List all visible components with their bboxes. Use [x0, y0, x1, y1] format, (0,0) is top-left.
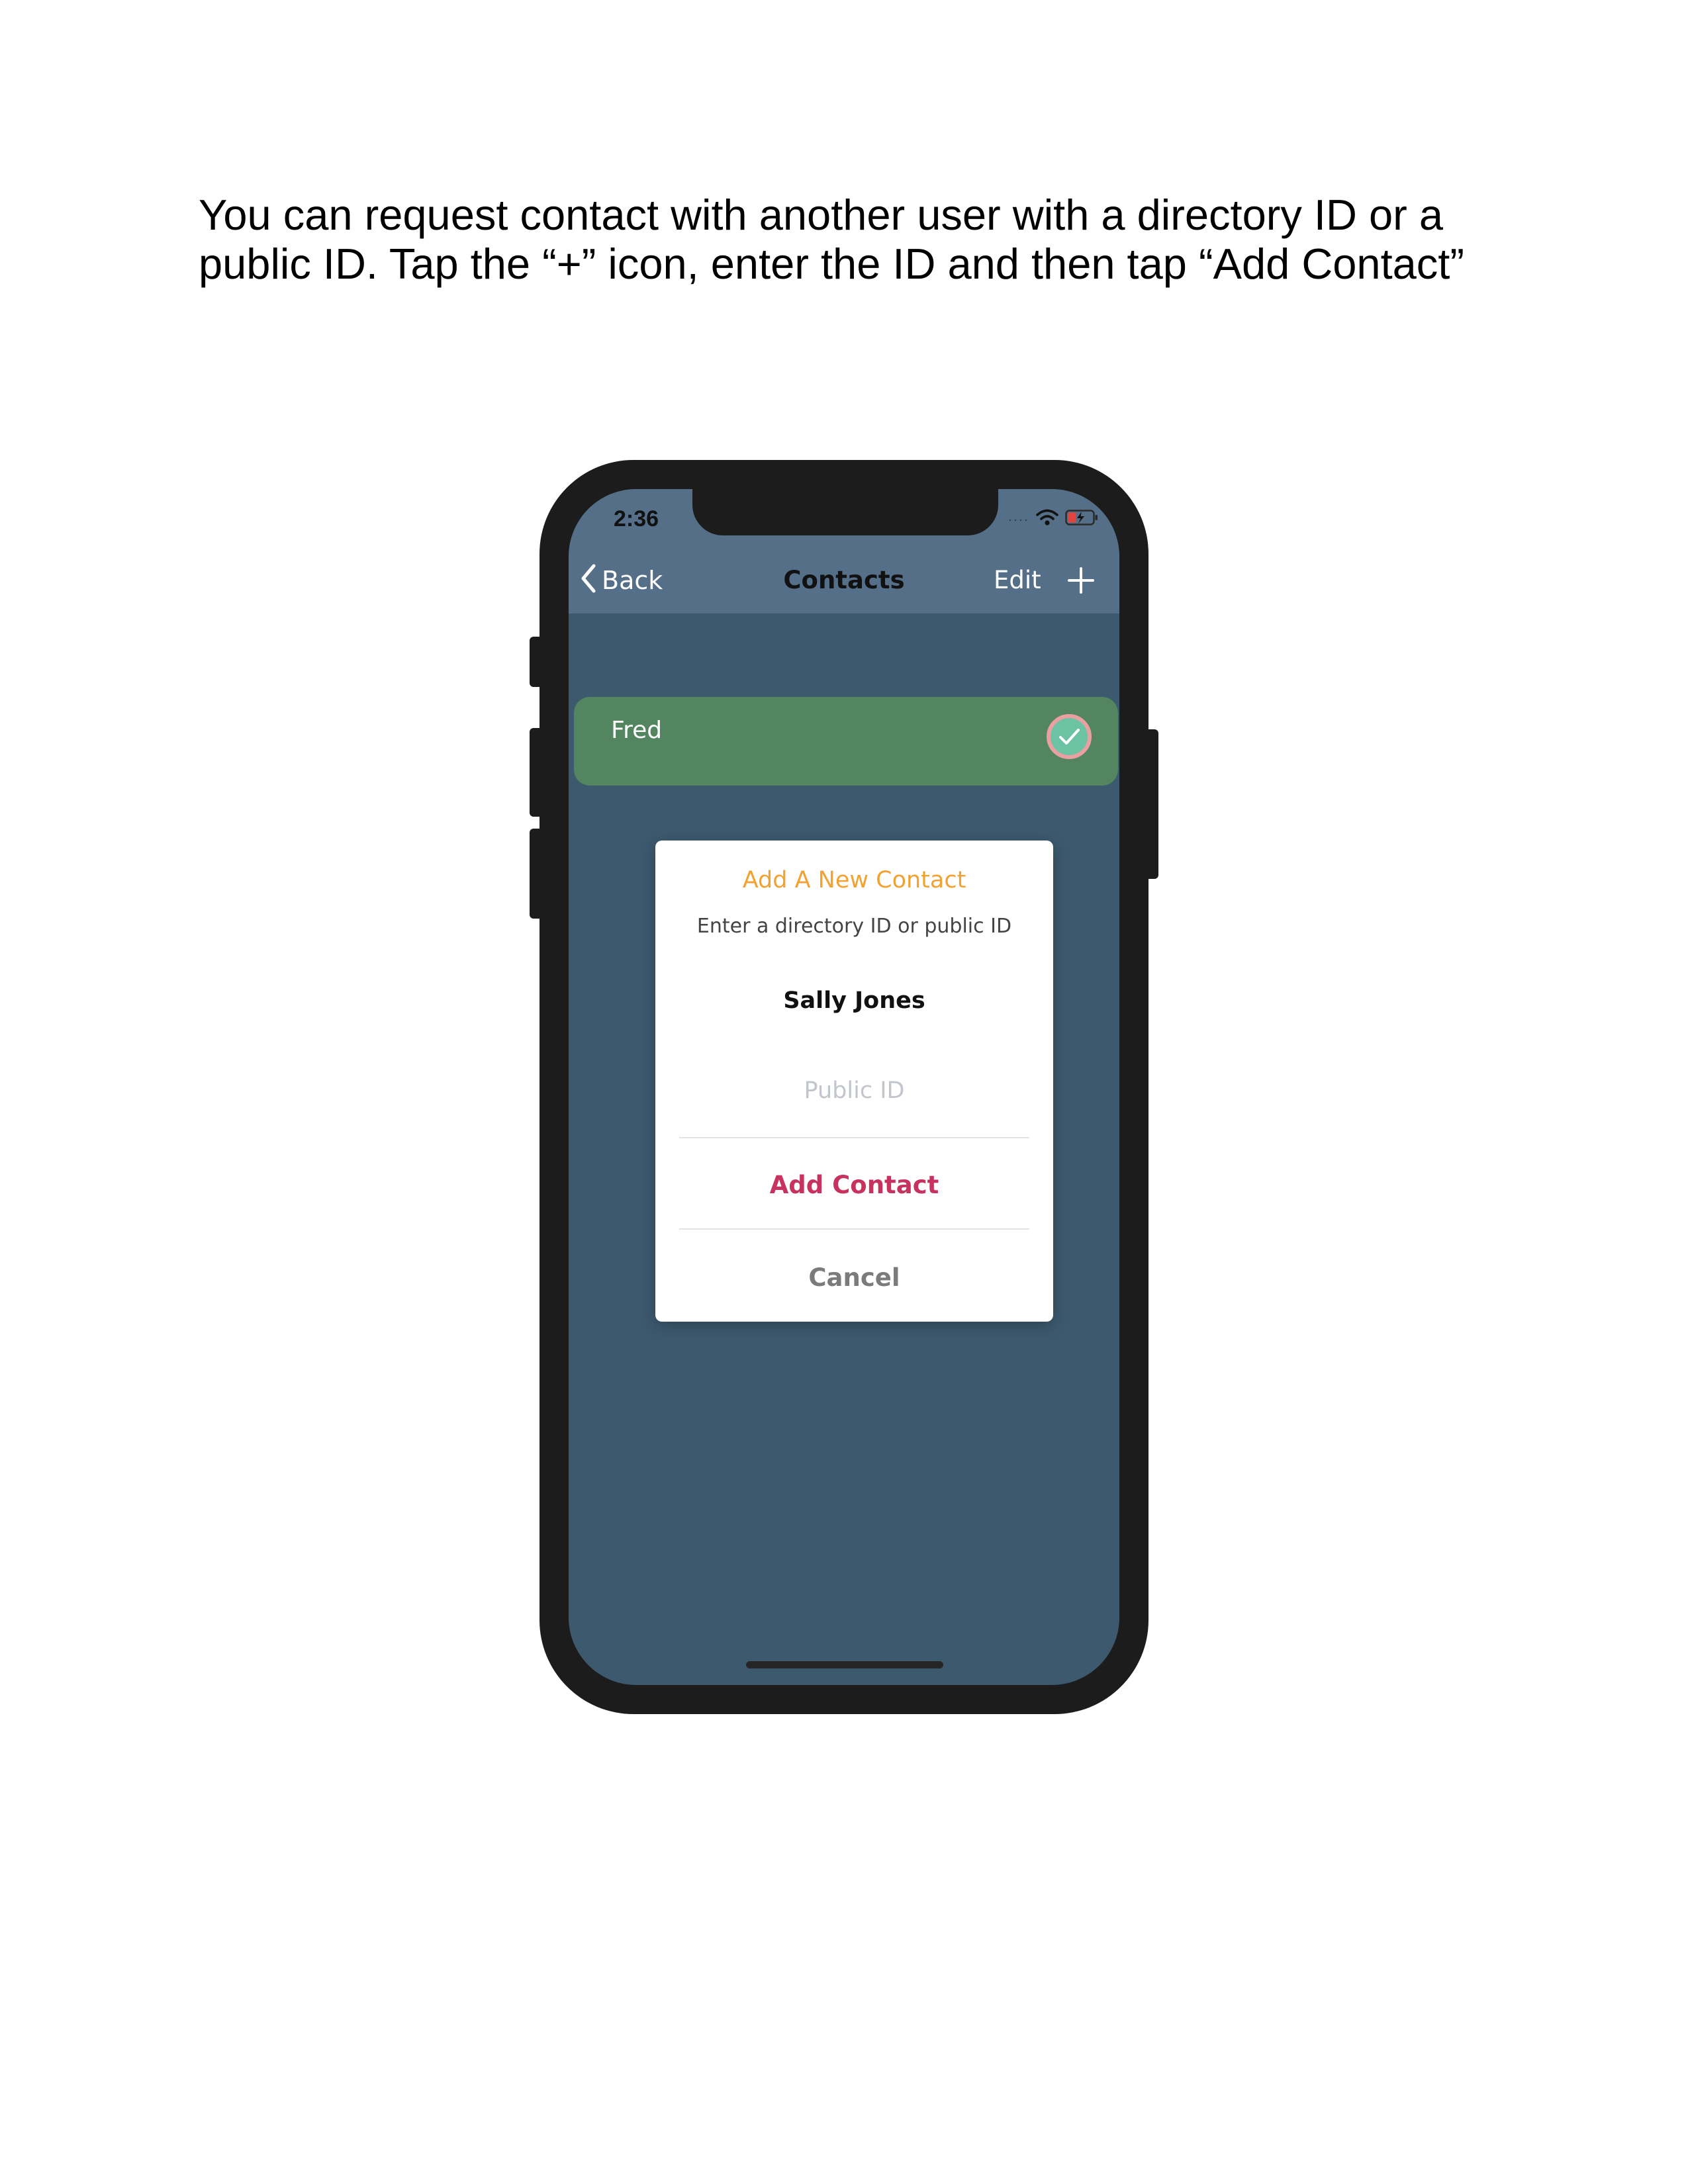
- phone-screen: 2:36 ···· Back Contacts Edit Fred Add A …: [569, 489, 1119, 1685]
- phone-frame: 2:36 ···· Back Contacts Edit Fred Add A …: [539, 460, 1149, 1714]
- cancel-button[interactable]: Cancel: [655, 1244, 1053, 1310]
- divider: [679, 1228, 1029, 1230]
- directory-id-input[interactable]: [682, 979, 1027, 1022]
- battery-icon: [1065, 509, 1100, 529]
- phone-notch: [692, 489, 998, 535]
- home-indicator[interactable]: [746, 1661, 943, 1668]
- edit-button[interactable]: Edit: [994, 566, 1041, 594]
- signal-icon: ····: [1008, 512, 1029, 526]
- divider: [679, 1137, 1029, 1138]
- add-contact-button[interactable]: Add Contact: [655, 1152, 1053, 1218]
- status-icons: ····: [1008, 509, 1100, 529]
- dialog-subtitle: Enter a directory ID or public ID: [696, 915, 1012, 938]
- dialog-title: Add A New Contact: [742, 867, 966, 893]
- add-contact-dialog: Add A New Contact Enter a directory ID o…: [655, 841, 1053, 1322]
- contact-row-fred[interactable]: Fred: [574, 697, 1118, 786]
- public-id-input[interactable]: [682, 1069, 1027, 1112]
- contact-name: Fred: [611, 717, 663, 744]
- instructions-text: You can request contact with another use…: [199, 191, 1464, 288]
- wifi-icon: [1036, 509, 1058, 529]
- status-time: 2:36: [614, 506, 659, 531]
- check-circle-icon: [1045, 713, 1093, 760]
- plus-icon[interactable]: [1066, 566, 1096, 595]
- navigation-bar: 2:36 ···· Back Contacts Edit: [569, 489, 1119, 614]
